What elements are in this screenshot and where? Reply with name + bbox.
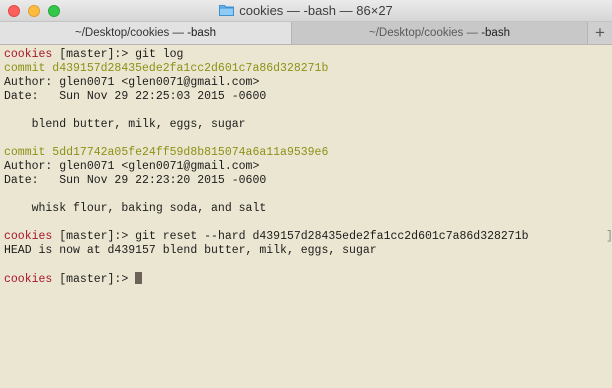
author-line: Author: glen0071 <glen0071@gmail.com> [4, 76, 260, 89]
prompt-line: cookies [master]:> [4, 272, 612, 286]
author-line: Author: glen0071 <glen0071@gmail.com> [4, 160, 260, 173]
date-line: Date: Sun Nov 29 22:25:03 2015 -0600 [4, 90, 267, 103]
prompt-line: cookies [master]:> git reset --hard d439… [4, 230, 612, 244]
terminal-output[interactable]: cookies [master]:> git log commit d43915… [0, 45, 612, 388]
tab-cookies-bash-2[interactable]: ~/Desktop/cookies — -bash [292, 22, 588, 44]
commit-line: commit 5dd17742a05fe24ff59d8b815074a6a11… [4, 146, 329, 159]
prompt-line: cookies [master]:> git log [4, 48, 612, 62]
title-bar[interactable]: cookies — -bash — 86×27 [0, 0, 612, 22]
date-line: Date: Sun Nov 29 22:23:20 2015 -0600 [4, 174, 267, 187]
terminal-window: cookies — -bash — 86×27 ~/Desktop/cookie… [0, 0, 612, 388]
command-text: git reset --hard d439157d28435ede2fa1cc2… [135, 230, 529, 243]
commit-message-line: blend butter, milk, eggs, sugar [4, 118, 246, 131]
prompt-branch: [master]:> [52, 230, 136, 243]
prompt-dir: cookies [4, 230, 53, 243]
new-tab-button[interactable]: + [588, 22, 612, 44]
prompt-dir: cookies [4, 48, 53, 61]
commit-line: commit d439157d28435ede2fa1cc2d601c7a86d… [4, 62, 329, 75]
prompt-dir: cookies [4, 273, 53, 286]
tab-label-prefix: ~/Desktop/cookies — [75, 27, 188, 39]
folder-icon [219, 5, 235, 16]
tab-cookies-bash-1[interactable]: ~/Desktop/cookies — -bash [0, 22, 292, 44]
tab-bar: ~/Desktop/cookies — -bash ~/Desktop/cook… [0, 22, 612, 45]
tab-label-process: -bash [187, 27, 216, 39]
output-line: HEAD is now at d439157 blend butter, mil… [4, 244, 377, 257]
commit-message-line: whisk flour, baking soda, and salt [4, 202, 267, 215]
prompt-branch: [master]:> [52, 273, 136, 286]
command-text: git log [135, 48, 184, 61]
text-cursor [135, 272, 143, 284]
window-title: cookies — -bash — 86×27 [0, 3, 612, 18]
tab-label-prefix: ~/Desktop/cookies — [369, 27, 482, 39]
tab-label-process: -bash [481, 27, 510, 39]
line-end-marker: ] [606, 230, 612, 244]
window-title-text: cookies — -bash — 86×27 [239, 3, 393, 18]
prompt-branch: [master]:> [52, 48, 136, 61]
